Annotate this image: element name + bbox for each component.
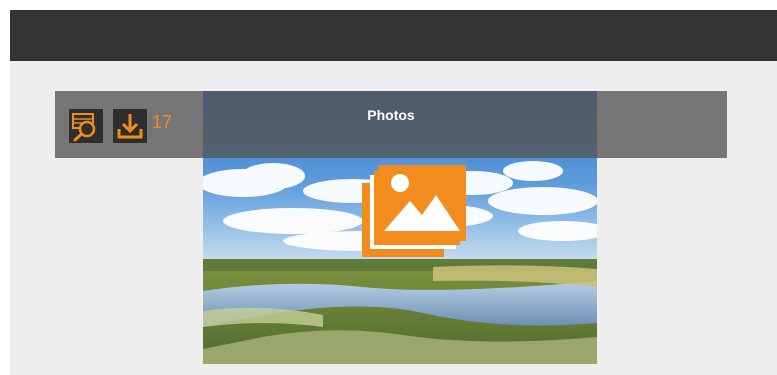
overlay-toolbar: Photos 17 xyxy=(55,91,727,158)
top-bar xyxy=(10,10,777,61)
photos-type-badge xyxy=(362,165,466,257)
download-button[interactable] xyxy=(113,109,147,143)
page: Photos 17 xyxy=(0,0,777,375)
photo-gallery-icon xyxy=(362,165,466,257)
download-count: 17 xyxy=(152,112,173,132)
app-frame: Photos 17 xyxy=(10,10,777,375)
image-search-icon xyxy=(72,113,96,142)
preview-button[interactable] xyxy=(69,109,103,143)
download-icon xyxy=(117,114,143,139)
